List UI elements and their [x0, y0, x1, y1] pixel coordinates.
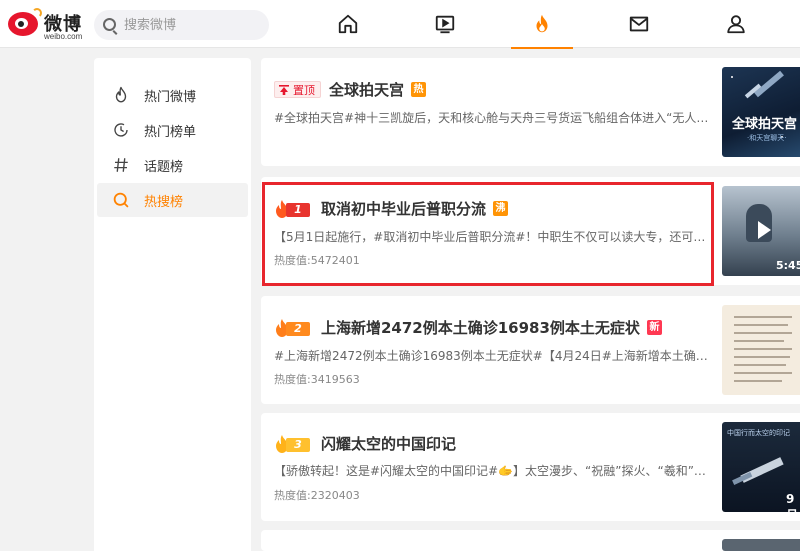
card-title-row: 3 闪耀太空的中国印记: [274, 433, 456, 454]
heat-label: 热度值:: [274, 489, 311, 502]
nav-video[interactable]: [414, 0, 476, 48]
card-title-row: 2 上海新增2472例本土确诊16983例本土无症状 新: [274, 317, 662, 338]
pinned-tag: 置顶: [274, 81, 321, 98]
sidebar-item-hot-weibo[interactable]: 热门微博: [97, 78, 248, 112]
rank-badge: 2: [274, 318, 312, 337]
heat-label: 热度值:: [274, 373, 311, 386]
hot-search-excerpt[interactable]: 【5月1日起施行，#取消初中毕业后普职分流#！中职生不仅可以读大专，还可…: [274, 228, 714, 245]
hot-search-item-pinned[interactable]: 置顶 全球拍天宫 热 #全球拍天宫#神十三凯旋后，天和核心舱与天舟三号货运飞船组…: [261, 58, 800, 166]
hot-icon: [536, 14, 548, 33]
sidebar-item-label: 热门榜单: [144, 124, 197, 140]
pin-icon: [279, 84, 289, 95]
hot-search-title[interactable]: 闪耀太空的中国印记: [321, 433, 456, 454]
sidebar-item-label: 热搜榜: [144, 194, 184, 210]
heat-value: 热度值:2320403: [274, 487, 360, 503]
heat-value: 热度值:5472401: [274, 252, 360, 268]
document-thumbnail[interactable]: [722, 305, 800, 395]
space-station-graphic: [731, 70, 784, 138]
rank-badge: 3: [274, 434, 312, 453]
nav-mail[interactable]: [608, 0, 670, 48]
video-icon: [435, 15, 455, 34]
pinned-label: 置顶: [293, 83, 315, 97]
hot-search-excerpt[interactable]: 【骄傲转起！这是#闪耀太空的中国印记#🫱】太空漫步、“祝融”探火、“羲和”…: [274, 462, 714, 479]
logo-subtext: weibo.com: [44, 32, 83, 41]
hot-search-title[interactable]: 全球拍天宫: [329, 79, 404, 100]
video-thumbnail[interactable]: 5:45: [722, 186, 800, 276]
search-input[interactable]: [124, 16, 259, 34]
hot-search-item-2[interactable]: 2 上海新增2472例本土确诊16983例本土无症状 新 #上海新增2472例本…: [261, 296, 800, 404]
thumbnail-image[interactable]: [722, 539, 800, 551]
search-hot-icon: [112, 191, 130, 209]
sidebar-item-topics[interactable]: 话题榜: [97, 148, 248, 182]
hot-search-item-3[interactable]: 3 闪耀太空的中国印记 【骄傲转起！这是#闪耀太空的中国印记#🫱】太空漫步、“祝…: [261, 413, 800, 521]
top-header: 微博 weibo.com: [0, 0, 800, 49]
heat-number: 5472401: [310, 254, 360, 267]
hashtag-icon: [112, 156, 130, 174]
heat-number: 2320403: [310, 489, 360, 502]
search-icon: [103, 18, 116, 31]
clock-icon: [112, 121, 130, 139]
thumbnail-subcaption: ·和天宫聊天·: [747, 134, 787, 142]
sidebar-item-hot-list[interactable]: 热门榜单: [97, 113, 248, 147]
sidebar-item-label: 热门微博: [144, 89, 197, 105]
sidebar-item-hot-search[interactable]: 热搜榜: [97, 183, 248, 217]
new-badge: 新: [646, 320, 662, 335]
weibo-logo[interactable]: 微博 weibo.com: [8, 8, 88, 42]
play-icon: [758, 221, 771, 239]
weibo-spark-icon: [32, 8, 42, 18]
hot-search-title[interactable]: 上海新增2472例本土确诊16983例本土无症状: [321, 317, 640, 338]
card-title-row: 1 取消初中毕业后普职分流 沸: [274, 198, 509, 219]
search-box[interactable]: [94, 10, 269, 40]
thumbnail-subcaption: 9月: [786, 492, 798, 512]
rank-number: 3: [286, 437, 310, 452]
hot-search-excerpt[interactable]: #全球拍天宫#神十三凯旋后，天和核心舱与天舟三号货运飞船组合体进入“无人…: [274, 109, 714, 126]
heat-number: 3419563: [310, 373, 360, 386]
hot-search-item-4[interactable]: [261, 530, 800, 551]
thumbnail-image[interactable]: 全球拍天宫 ·和天宫聊天·: [722, 67, 800, 157]
thumbnail-caption: 全球拍天宫: [732, 117, 798, 132]
rank-number: 2: [286, 321, 310, 336]
hot-badge: 热: [411, 82, 427, 97]
nav-profile[interactable]: [705, 0, 767, 48]
heat-label: 热度值:: [274, 254, 311, 267]
left-sidebar: 热门微博 热门榜单 话题榜 热搜榜: [94, 58, 251, 551]
boiling-badge: 沸: [493, 201, 509, 216]
sidebar-item-label: 话题榜: [144, 159, 184, 175]
video-duration: 5:45: [776, 259, 800, 272]
heat-value: 热度值:3419563: [274, 371, 360, 387]
hot-search-item-1[interactable]: 1 取消初中毕业后普职分流 沸 【5月1日起施行，#取消初中毕业后普职分流#！中…: [261, 177, 800, 285]
profile-icon: [727, 15, 745, 34]
document-lines-graphic: [734, 316, 792, 382]
rank-number: 1: [286, 202, 310, 217]
card-title-row: 置顶 全球拍天宫 热: [274, 79, 427, 100]
nav-hot[interactable]: [511, 0, 573, 49]
mail-icon: [629, 16, 649, 32]
hot-search-excerpt[interactable]: #上海新增2472例本土确诊16983例本土无症状#【4月24日#上海新增本土确…: [274, 347, 714, 364]
hot-search-title[interactable]: 取消初中毕业后普职分流: [321, 198, 486, 219]
rank-badge: 1: [274, 199, 312, 218]
home-icon: [338, 14, 358, 34]
nav-home[interactable]: [317, 0, 379, 48]
flame-outline-icon: [112, 86, 130, 104]
thumbnail-image[interactable]: 中国行而太空的印记 9月: [722, 422, 800, 512]
